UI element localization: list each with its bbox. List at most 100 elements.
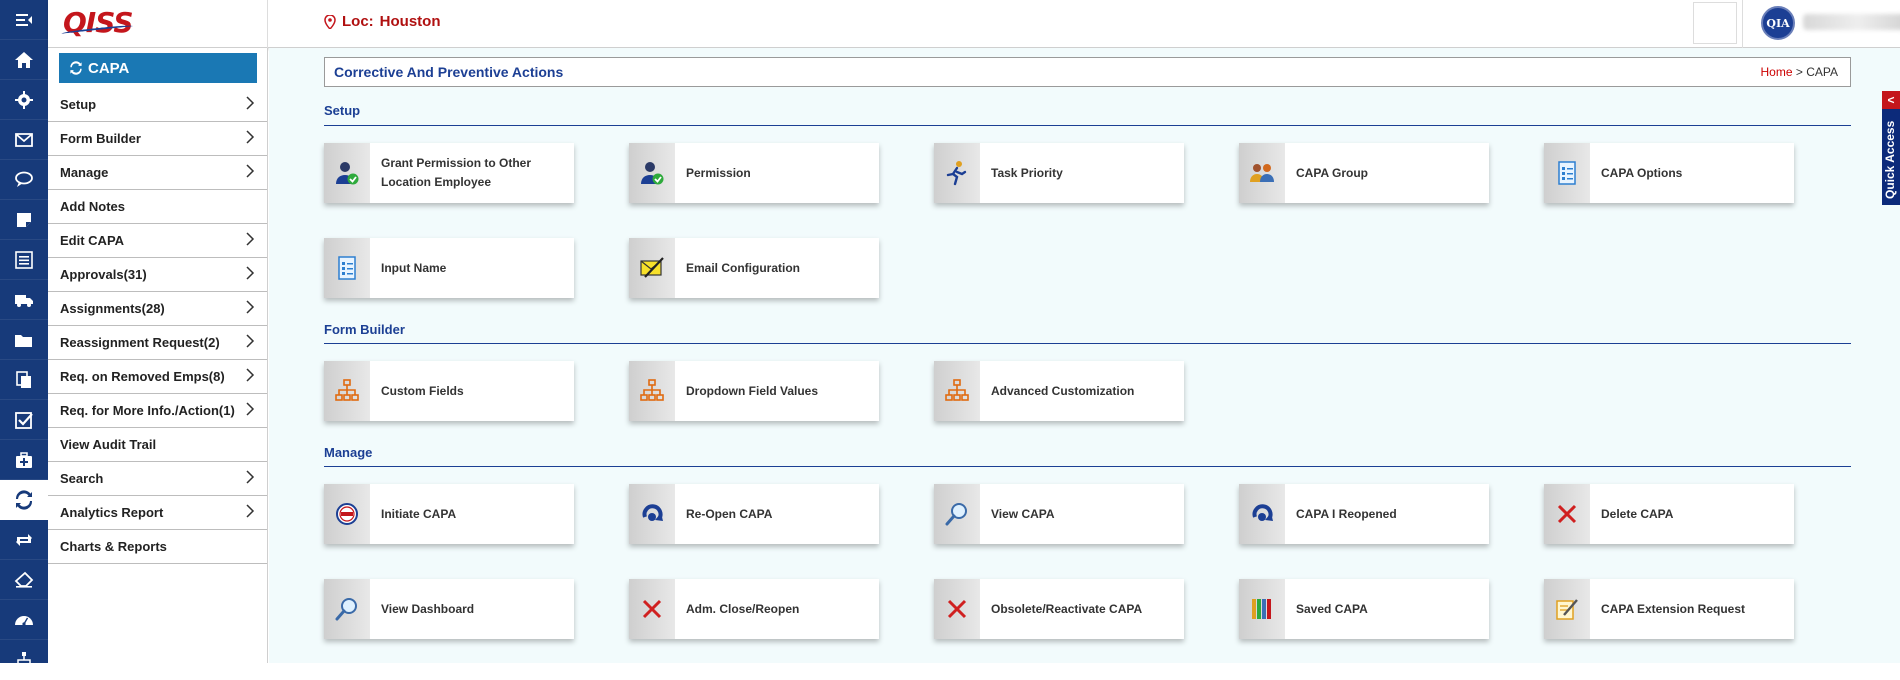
menu-item-analytics-report[interactable]: Analytics Report	[48, 496, 267, 530]
location-value: Houston	[379, 13, 441, 30]
tile-capa-extension-request[interactable]: CAPA Extension Request	[1544, 579, 1794, 639]
location-indicator[interactable]: Loc: Houston	[324, 13, 441, 30]
delete-x-icon	[629, 579, 675, 639]
breadcrumb: Home > CAPA	[1761, 65, 1839, 79]
medical-kit-icon[interactable]	[0, 440, 48, 480]
submenu-title[interactable]: CAPA	[59, 53, 257, 83]
breadcrumb-current: CAPA	[1806, 65, 1838, 79]
chevron-left-icon[interactable]: <	[1882, 91, 1900, 109]
tile-label: CAPA Options	[1601, 165, 1683, 180]
sitemap-icon[interactable]	[0, 640, 48, 680]
documents-icon[interactable]	[0, 360, 48, 400]
user-check-icon	[324, 143, 370, 203]
location-label: Loc:	[342, 13, 374, 30]
tile-delete-capa[interactable]: Delete CAPA	[1544, 484, 1794, 544]
quick-access-panel[interactable]: < Quick Access	[1882, 91, 1900, 205]
tile-task-priority[interactable]: Task Priority	[934, 143, 1184, 203]
menu-item-setup[interactable]: Setup	[48, 88, 267, 122]
tile-label: Re-Open CAPA	[686, 506, 773, 521]
folder-icon[interactable]	[0, 320, 48, 360]
avatar[interactable]: QIA	[1761, 6, 1795, 40]
tile-dropdown-field-values[interactable]: Dropdown Field Values	[629, 361, 879, 421]
tile-email-configuration[interactable]: Email Configuration	[629, 238, 879, 298]
tile-label: Grant Permission to Other Location Emplo…	[381, 156, 532, 189]
menu-item-label: Search	[60, 471, 104, 486]
app-logo[interactable]: QISS	[60, 6, 134, 39]
tile-permission[interactable]: Permission	[629, 143, 879, 203]
capa-submenu: CAPA Setup Form Builder Manage Add Notes…	[48, 48, 268, 663]
chevron-right-icon	[245, 232, 255, 249]
tile-view-capa[interactable]: View CAPA	[934, 484, 1184, 544]
tile-label: Adm. Close/Reopen	[686, 601, 800, 616]
tile-initiate-capa[interactable]: Initiate CAPA	[324, 484, 574, 544]
menu-item-label: Assignments(28)	[60, 301, 165, 316]
menu-item-reassignment-request[interactable]: Reassignment Request(2)	[48, 326, 267, 360]
tile-label: Task Priority	[991, 165, 1063, 180]
tile-re-open-capa[interactable]: Re-Open CAPA	[629, 484, 879, 544]
exchange-icon[interactable]	[0, 520, 48, 560]
tile-advanced-customization[interactable]: Advanced Customization	[934, 361, 1184, 421]
menu-item-label: Setup	[60, 97, 97, 112]
checkbox-icon[interactable]	[0, 400, 48, 440]
menu-item-label: Analytics Report	[60, 505, 164, 520]
user-name-redacted[interactable]	[1803, 14, 1900, 30]
mail-icon[interactable]	[0, 120, 48, 160]
tile-label: CAPA Extension Request	[1601, 601, 1746, 616]
tile-label: View CAPA	[991, 506, 1055, 521]
chevron-right-icon	[245, 300, 255, 317]
hierarchy-icon	[934, 361, 980, 421]
menu-item-req-more-info[interactable]: Req. for More Info./Action(1)	[48, 394, 267, 428]
delete-x-icon	[1544, 484, 1590, 544]
tile-label: Custom Fields	[381, 383, 464, 398]
reopen-icon	[1239, 484, 1285, 544]
menu-item-req-removed-emps[interactable]: Req. on Removed Emps(8)	[48, 360, 267, 394]
eraser-icon[interactable]	[0, 560, 48, 600]
tile-capa-options[interactable]: CAPA Options	[1544, 143, 1794, 203]
menu-item-edit-capa[interactable]: Edit CAPA	[48, 224, 267, 258]
refresh-icon[interactable]	[0, 480, 48, 520]
menu-item-label: Req. on Removed Emps(8)	[60, 369, 225, 384]
checklist-icon	[324, 238, 370, 298]
section-divider	[324, 125, 1851, 126]
header-divider-right	[1742, 0, 1743, 48]
header-action-box[interactable]	[1693, 2, 1737, 44]
menu-item-view-audit-trail[interactable]: View Audit Trail	[48, 428, 267, 462]
tile-saved-capa[interactable]: Saved CAPA	[1239, 579, 1489, 639]
chat-icon[interactable]	[0, 160, 48, 200]
books-icon	[1239, 579, 1285, 639]
menu-item-form-builder[interactable]: Form Builder	[48, 122, 267, 156]
tile-view-dashboard[interactable]: View Dashboard	[324, 579, 574, 639]
note-icon[interactable]	[0, 200, 48, 240]
list-icon[interactable]	[0, 240, 48, 280]
menu-item-charts-reports[interactable]: Charts & Reports	[48, 530, 267, 564]
home-icon[interactable]	[0, 40, 48, 80]
chevron-right-icon	[245, 96, 255, 113]
menu-item-label: Manage	[60, 165, 109, 180]
page-header: Corrective And Preventive Actions Home >…	[324, 57, 1851, 87]
chevron-right-icon	[245, 504, 255, 521]
tile-capa-i-reopened[interactable]: CAPA I Reopened	[1239, 484, 1489, 544]
menu-item-approvals[interactable]: Approvals(31)	[48, 258, 267, 292]
menu-item-manage[interactable]: Manage	[48, 156, 267, 190]
tile-label: CAPA I Reopened	[1296, 506, 1397, 521]
tile-input-name[interactable]: Input Name	[324, 238, 574, 298]
submenu-list: Setup Form Builder Manage Add Notes Edit…	[48, 88, 267, 564]
gear-icon[interactable]	[0, 80, 48, 120]
tile-label: Obsolete/Reactivate CAPA	[991, 601, 1143, 616]
breadcrumb-home[interactable]: Home	[1761, 65, 1793, 79]
menu-item-search[interactable]: Search	[48, 462, 267, 496]
chevron-right-icon	[245, 164, 255, 181]
truck-icon[interactable]	[0, 280, 48, 320]
dashboard-icon[interactable]	[0, 600, 48, 640]
section-title-setup: Setup	[324, 103, 361, 118]
tile-adm-close-reopen[interactable]: Adm. Close/Reopen	[629, 579, 879, 639]
tile-grant-permission[interactable]: Grant Permission to Other Location Emplo…	[324, 143, 574, 203]
menu-item-label: View Audit Trail	[60, 437, 157, 452]
tile-obsolete-reactivate[interactable]: Obsolete/Reactivate CAPA	[934, 579, 1184, 639]
tile-capa-group[interactable]: CAPA Group	[1239, 143, 1489, 203]
menu-icon[interactable]	[0, 0, 48, 40]
menu-item-add-notes[interactable]: Add Notes	[48, 190, 267, 224]
tile-custom-fields[interactable]: Custom Fields	[324, 361, 574, 421]
menu-item-assignments[interactable]: Assignments(28)	[48, 292, 267, 326]
chevron-right-icon	[245, 470, 255, 487]
